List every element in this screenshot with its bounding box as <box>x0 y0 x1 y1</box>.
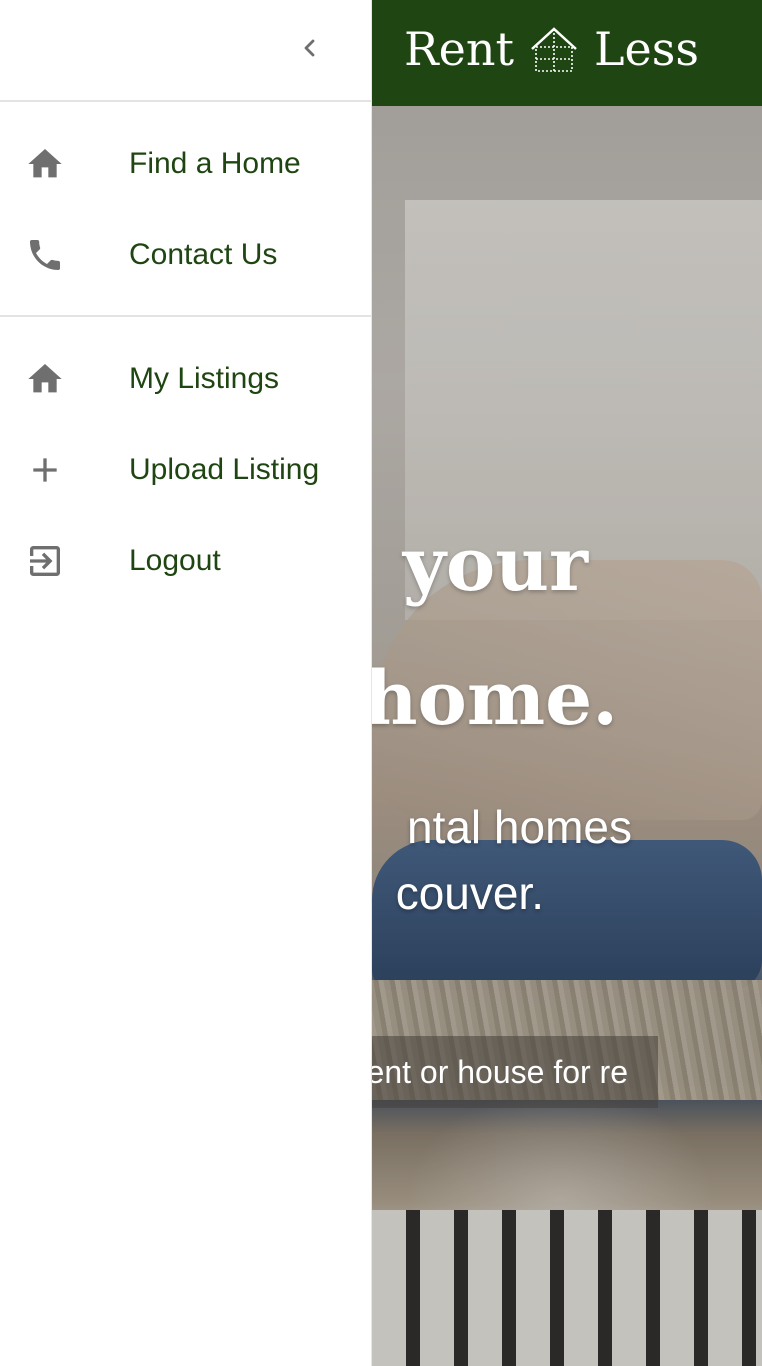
house-logo-icon <box>531 27 577 72</box>
drawer-header <box>0 0 371 102</box>
nav-item-contact-us[interactable]: Contact Us <box>0 209 371 300</box>
nav-item-find-a-home[interactable]: Find a Home <box>0 118 371 209</box>
logout-icon <box>25 541 65 581</box>
drawer-primary-group: Find a Home Contact Us <box>0 102 371 317</box>
brand-logo-link[interactable]: Rent Less <box>404 14 699 84</box>
nav-item-label: Logout <box>129 543 221 577</box>
nav-item-label: My Listings <box>129 361 280 395</box>
nav-item-logout[interactable]: Logout <box>0 515 371 606</box>
home-icon <box>25 359 65 399</box>
close-drawer-button[interactable] <box>290 28 330 68</box>
navigation-drawer: Find a Home Contact Us My Listings Uploa… <box>0 0 372 1366</box>
nav-item-label: Upload Listing <box>129 452 320 486</box>
nav-item-upload-listing[interactable]: Upload Listing <box>0 424 371 515</box>
brand-name-right: Less <box>593 22 699 76</box>
nav-item-label: Find a Home <box>129 146 301 180</box>
nav-item-my-listings[interactable]: My Listings <box>0 333 371 424</box>
drawer-secondary-group: My Listings Upload Listing Logout <box>0 317 371 622</box>
phone-icon <box>25 235 65 275</box>
nav-item-label: Contact Us <box>129 237 278 271</box>
plus-icon <box>25 450 65 490</box>
home-icon <box>25 144 65 184</box>
brand-name-left: Rent <box>404 22 514 76</box>
chevron-left-icon <box>304 39 315 57</box>
